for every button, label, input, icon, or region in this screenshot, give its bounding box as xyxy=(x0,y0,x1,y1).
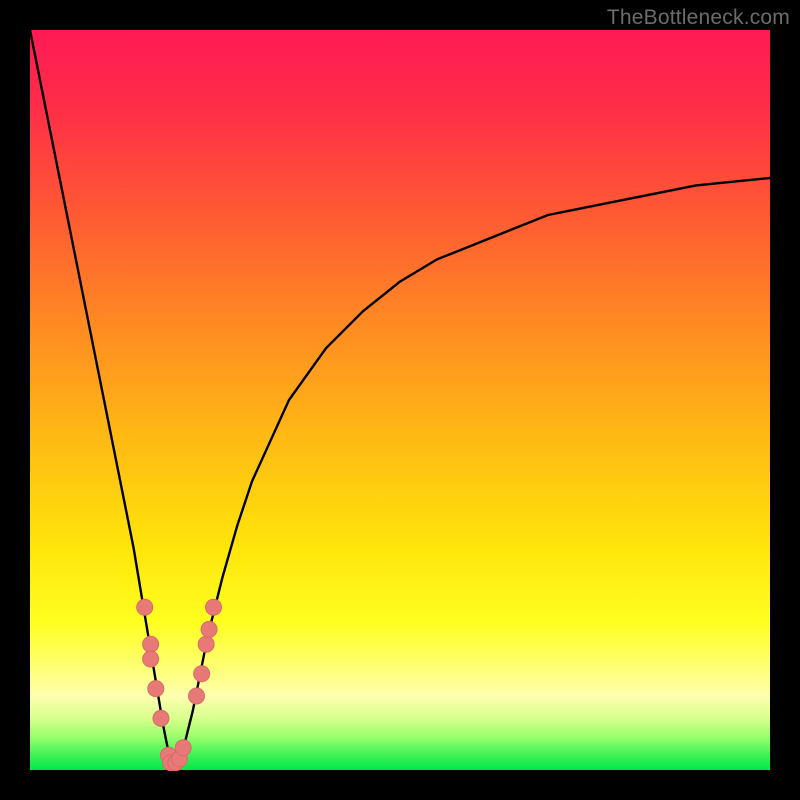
data-marker xyxy=(137,599,153,615)
data-marker xyxy=(153,710,169,726)
chart-svg xyxy=(0,0,800,800)
watermark-text: TheBottleneck.com xyxy=(607,6,790,30)
data-marker xyxy=(143,636,159,652)
data-marker xyxy=(175,740,191,756)
data-marker xyxy=(206,599,222,615)
data-marker xyxy=(194,666,210,682)
data-marker xyxy=(189,688,205,704)
bottleneck-chart: TheBottleneck.com xyxy=(0,0,800,800)
data-marker xyxy=(198,636,214,652)
plot-background xyxy=(30,30,770,770)
data-marker xyxy=(143,651,159,667)
data-marker xyxy=(148,681,164,697)
data-marker xyxy=(201,621,217,637)
